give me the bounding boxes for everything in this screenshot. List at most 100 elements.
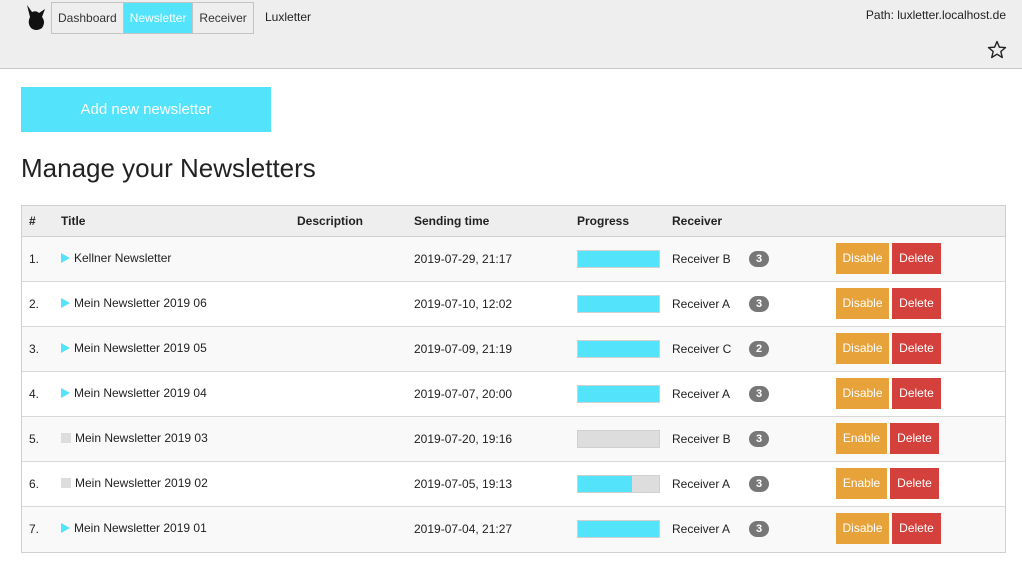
- disable-button[interactable]: Disable: [836, 378, 889, 409]
- receiver-name: Receiver B: [672, 432, 731, 446]
- col-title: Title: [61, 214, 86, 228]
- play-icon: [61, 298, 70, 308]
- enable-button[interactable]: Enable: [836, 423, 887, 454]
- table-header: # Title Description Sending time Progres…: [22, 206, 1005, 237]
- receiver-name: Receiver B: [672, 252, 731, 266]
- receiver-name: Receiver A: [672, 477, 731, 491]
- progress-bar: [577, 340, 660, 358]
- progress-bar: [577, 250, 660, 268]
- sending-time: 2019-07-29, 21:17: [414, 252, 513, 266]
- progress-fill: [578, 521, 659, 537]
- row-number: 5.: [29, 432, 40, 446]
- receiver-count-badge: 3: [749, 251, 769, 267]
- delete-button[interactable]: Delete: [890, 423, 939, 454]
- progress-fill: [578, 386, 659, 402]
- delete-button[interactable]: Delete: [892, 513, 941, 544]
- newsletter-title: Mein Newsletter 2019 05: [74, 341, 207, 355]
- col-progress: Progress: [577, 214, 630, 228]
- table-row: 6. Mein Newsletter 2019 02 2019-07-05, 19:…: [22, 462, 1005, 507]
- add-newsletter-button[interactable]: Add new newsletter: [21, 87, 271, 132]
- progress-bar: [577, 385, 660, 403]
- receiver-name: Receiver C: [672, 342, 732, 356]
- newsletter-title: Mein Newsletter 2019 06: [74, 296, 207, 310]
- delete-button[interactable]: Delete: [890, 468, 939, 499]
- sending-time: 2019-07-09, 21:19: [414, 342, 513, 356]
- delete-button[interactable]: Delete: [892, 288, 941, 319]
- play-icon: [61, 388, 70, 398]
- newsletter-title: Mein Newsletter 2019 03: [75, 431, 208, 445]
- stop-icon: [61, 478, 71, 488]
- play-icon: [61, 253, 70, 263]
- col-sending-time: Sending time: [414, 214, 490, 228]
- row-number: 7.: [29, 522, 40, 536]
- delete-button[interactable]: Delete: [892, 378, 941, 409]
- receiver-name: Receiver A: [672, 297, 731, 311]
- table-row: 2. Mein Newsletter 2019 06 2019-07-10, 12:…: [22, 282, 1005, 327]
- sending-time: 2019-07-04, 21:27: [414, 522, 513, 536]
- top-bar: Dashboard Newsletter Receiver Luxletter …: [0, 0, 1022, 69]
- path-label: Path: luxletter.localhost.de: [865, 8, 1006, 22]
- progress-bar: [577, 520, 660, 538]
- receiver-count-badge: 3: [749, 431, 769, 447]
- progress-fill: [578, 296, 659, 312]
- delete-button[interactable]: Delete: [892, 333, 941, 364]
- newsletter-title: Mein Newsletter 2019 04: [74, 386, 207, 400]
- progress-bar: [577, 475, 660, 493]
- receiver-count-badge: 2: [749, 341, 769, 357]
- disable-button[interactable]: Disable: [836, 243, 889, 274]
- stop-icon: [61, 433, 71, 443]
- nav-receiver-button[interactable]: Receiver: [193, 3, 253, 33]
- sending-time: 2019-07-05, 19:13: [414, 477, 513, 491]
- table-row: 4. Mein Newsletter 2019 04 2019-07-07, 20:…: [22, 372, 1005, 417]
- progress-bar: [577, 430, 660, 448]
- play-icon: [61, 343, 70, 353]
- sending-time: 2019-07-07, 20:00: [414, 387, 513, 401]
- col-description: Description: [297, 214, 364, 228]
- col-receiver: Receiver: [672, 214, 723, 228]
- star-outline-icon[interactable]: [987, 40, 1007, 60]
- row-title[interactable]: Mein Newsletter 2019 05: [61, 341, 207, 355]
- row-title[interactable]: Mein Newsletter 2019 06: [61, 296, 207, 310]
- receiver-count-badge: 3: [749, 296, 769, 312]
- row-title[interactable]: Mein Newsletter 2019 02: [61, 476, 208, 490]
- enable-button[interactable]: Enable: [836, 468, 887, 499]
- sending-time: 2019-07-20, 19:16: [414, 432, 513, 446]
- progress-bar: [577, 295, 660, 313]
- disable-button[interactable]: Disable: [836, 288, 889, 319]
- receiver-count-badge: 3: [749, 386, 769, 402]
- row-number: 4.: [29, 387, 40, 401]
- row-number: 3.: [29, 342, 40, 356]
- sending-time: 2019-07-10, 12:02: [414, 297, 513, 311]
- progress-fill: [578, 341, 659, 357]
- newsletter-title: Kellner Newsletter: [74, 251, 172, 265]
- main-nav: Dashboard Newsletter Receiver: [51, 2, 254, 34]
- disable-button[interactable]: Disable: [836, 333, 889, 364]
- newsletter-title: Mein Newsletter 2019 02: [75, 476, 208, 490]
- receiver-name: Receiver A: [672, 387, 731, 401]
- row-title[interactable]: Kellner Newsletter: [61, 251, 171, 265]
- receiver-count-badge: 3: [749, 476, 769, 492]
- col-number: #: [29, 214, 36, 228]
- nav-dashboard-button[interactable]: Dashboard: [52, 3, 124, 33]
- receiver-name: Receiver A: [672, 522, 731, 536]
- disable-button[interactable]: Disable: [836, 513, 889, 544]
- newsletter-table: # Title Description Sending time Progres…: [21, 205, 1006, 553]
- page-title: Manage your Newsletters: [21, 153, 316, 183]
- table-row: 7. Mein Newsletter 2019 01 2019-07-04, 21:…: [22, 507, 1005, 552]
- progress-fill: [578, 251, 659, 267]
- row-number: 6.: [29, 477, 40, 491]
- row-title[interactable]: Mein Newsletter 2019 04: [61, 386, 207, 400]
- progress-fill: [578, 476, 633, 492]
- row-title[interactable]: Mein Newsletter 2019 01: [61, 521, 207, 535]
- brand-name: Luxletter: [265, 10, 312, 24]
- row-number: 2.: [29, 297, 40, 311]
- table-row: 5. Mein Newsletter 2019 03 2019-07-20, 19:…: [22, 417, 1005, 462]
- nav-newsletter-button[interactable]: Newsletter: [123, 3, 194, 33]
- row-number: 1.: [29, 252, 40, 266]
- delete-button[interactable]: Delete: [892, 243, 941, 274]
- play-icon: [61, 523, 70, 533]
- table-row: 3. Mein Newsletter 2019 05 2019-07-09, 21:…: [22, 327, 1005, 372]
- newsletter-title: Mein Newsletter 2019 01: [74, 521, 207, 535]
- cat-icon[interactable]: [24, 3, 48, 31]
- row-title[interactable]: Mein Newsletter 2019 03: [61, 431, 208, 445]
